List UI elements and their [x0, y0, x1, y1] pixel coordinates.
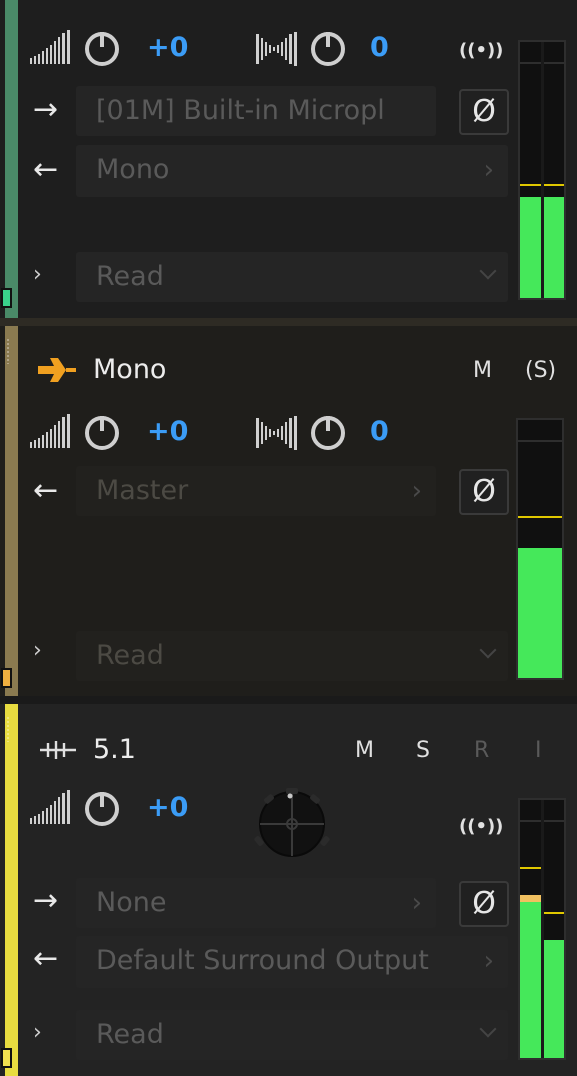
record-arm-button[interactable]: R: [474, 738, 489, 763]
meter-clip-indicator[interactable]: [543, 800, 564, 822]
track-color-handle[interactable]: [1, 1048, 12, 1068]
meter-clip-indicator[interactable]: [543, 42, 564, 64]
meter-level-fill: [518, 548, 562, 678]
output-select-label: Default Surround Output: [96, 945, 429, 976]
output-arrow-icon: ←: [33, 941, 59, 976]
meter-channel: [518, 420, 562, 678]
chevron-down-icon: [479, 262, 497, 280]
meter-level-fill: [543, 940, 564, 1058]
volume-knob[interactable]: [85, 416, 119, 450]
track-title[interactable]: Mono: [93, 354, 166, 385]
output-select[interactable]: Mono ›: [76, 145, 508, 197]
meter-peak-marker: [543, 183, 564, 186]
track-color-bar[interactable]: [0, 704, 18, 1076]
meter-peak-marker: [520, 183, 541, 186]
chevron-right-icon: ›: [483, 155, 494, 185]
phase-invert-button[interactable]: Ø: [459, 469, 509, 515]
level-meter: [518, 40, 566, 300]
input-arrow-icon: →: [33, 92, 59, 127]
automation-select[interactable]: Read: [76, 631, 508, 681]
output-arrow-icon: ←: [33, 473, 59, 508]
meter-channel: [520, 800, 541, 1058]
drag-grip-icon[interactable]: [6, 716, 10, 742]
volume-icon: [30, 790, 70, 824]
strip-divider: [0, 696, 577, 704]
meter-channel: [520, 42, 541, 298]
meter-peak-marker: [543, 912, 564, 915]
meter-level-fill: [520, 902, 541, 1058]
automation-select-label: Read: [96, 1019, 164, 1050]
pan-icon: [256, 32, 297, 66]
solo-button[interactable]: S: [416, 738, 430, 763]
expand-chevron-icon[interactable]: ›: [33, 1020, 42, 1045]
track-color-bar[interactable]: [0, 0, 18, 318]
expand-chevron-icon[interactable]: ›: [33, 262, 42, 287]
level-meter: [516, 418, 564, 680]
automation-select-label: Read: [96, 261, 164, 292]
input-arrow-icon: →: [33, 883, 59, 918]
strip-divider: [0, 318, 577, 326]
surround-track-icon: [40, 741, 76, 759]
meter-clip-indicator[interactable]: [520, 42, 541, 64]
output-select[interactable]: Default Surround Output ›: [76, 936, 508, 988]
meter-clip-indicator[interactable]: [518, 420, 562, 442]
meter-level-fill: [520, 197, 541, 298]
volume-icon: [30, 30, 70, 64]
volume-value[interactable]: +0: [147, 416, 188, 447]
automation-select[interactable]: Read: [76, 252, 508, 302]
pan-value[interactable]: 0: [370, 416, 389, 447]
output-arrow-icon: ←: [33, 152, 59, 187]
input-select-label: None: [96, 887, 167, 918]
bus-icon: [38, 358, 76, 382]
track-strip-1: +0 0 ((•)) → [01M] Built-in Micropl Ø ← …: [0, 0, 577, 318]
volume-icon: [30, 414, 70, 448]
broadcast-icon[interactable]: ((•)): [459, 40, 503, 61]
chevron-right-icon: ›: [411, 476, 422, 506]
track-color-handle[interactable]: [1, 288, 12, 308]
track-strip-3: 5.1 M S R I +0 ((•)) → None › Ø ← Defaul…: [0, 704, 577, 1076]
meter-hold-cap: [520, 895, 541, 903]
meter-peak-marker: [520, 867, 541, 870]
chevron-right-icon: ›: [411, 888, 422, 918]
input-select[interactable]: [01M] Built-in Micropl: [76, 86, 436, 136]
pan-knob[interactable]: [311, 32, 345, 66]
mute-button[interactable]: M: [473, 358, 492, 383]
volume-value[interactable]: +0: [147, 32, 188, 63]
output-select-label: Mono: [96, 154, 170, 185]
track-color-bar[interactable]: [0, 326, 18, 696]
input-select[interactable]: None ›: [76, 878, 436, 928]
chevron-right-icon: ›: [483, 946, 494, 976]
level-meter: [518, 798, 566, 1060]
meter-peak-marker: [518, 515, 562, 518]
track-color-handle[interactable]: [1, 668, 12, 688]
meter-channel: [543, 800, 564, 1058]
pan-knob[interactable]: [311, 416, 345, 450]
pan-value[interactable]: 0: [370, 32, 389, 63]
solo-button[interactable]: (S): [525, 358, 556, 383]
meter-channel: [543, 42, 564, 298]
meter-clip-indicator[interactable]: [520, 800, 541, 822]
input-monitor-button[interactable]: I: [535, 738, 542, 763]
volume-knob[interactable]: [85, 32, 119, 66]
track-strip-2: Mono M (S) +0 0 ← Master › Ø › Read: [0, 326, 577, 696]
volume-value[interactable]: +0: [147, 792, 188, 823]
expand-chevron-icon[interactable]: ›: [33, 638, 42, 663]
volume-knob[interactable]: [85, 792, 119, 826]
track-title[interactable]: 5.1: [93, 734, 136, 765]
surround-panner-icon[interactable]: [246, 782, 338, 862]
drag-grip-icon[interactable]: [6, 338, 10, 364]
automation-select-label: Read: [96, 640, 164, 671]
pan-icon: [256, 416, 297, 450]
chevron-down-icon: [479, 1020, 497, 1038]
output-select[interactable]: Master ›: [76, 466, 436, 516]
broadcast-icon[interactable]: ((•)): [459, 816, 503, 837]
automation-select[interactable]: Read: [76, 1010, 508, 1060]
chevron-down-icon: [479, 641, 497, 659]
input-select-label: [01M] Built-in Micropl: [96, 95, 385, 126]
mute-button[interactable]: M: [355, 738, 374, 763]
phase-invert-button[interactable]: Ø: [459, 89, 509, 135]
meter-level-fill: [543, 197, 564, 298]
output-select-label: Master: [96, 475, 189, 506]
phase-invert-button[interactable]: Ø: [459, 881, 509, 927]
